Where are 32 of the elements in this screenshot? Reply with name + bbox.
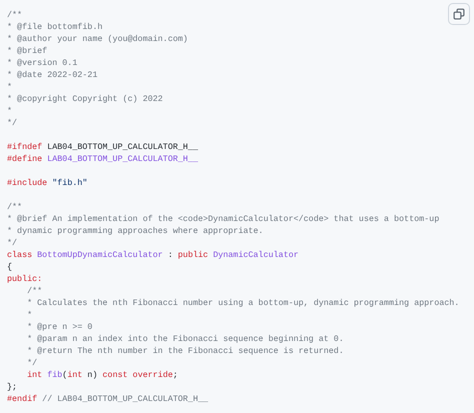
code-line: * @copyright Copyright (c) 2022: [7, 94, 163, 104]
copy-icon: [453, 8, 465, 20]
code-line: * @pre n >= 0: [26, 322, 92, 332]
code-line: };: [7, 382, 18, 392]
code-line: * dynamic programming approaches where appropriate.: [7, 226, 264, 236]
code-line: * Calculates the nth Fibonacci number using a bottom-up, dynamic programming approach.: [26, 298, 460, 308]
code-line: #define LAB04_BOTTOM_UP_CALCULATOR_H__: [7, 154, 198, 164]
code-line: int fib(int n) const override;: [26, 370, 178, 380]
code-line: * @param n an index into the Fibonacci sequence beginning at 0.: [26, 334, 344, 344]
code-line: * @return The nth number in the Fibonacci sequence is returned.: [26, 346, 344, 356]
code-line: class BottomUpDynamicCalculator : public DynamicCalculator: [7, 250, 299, 260]
code-line: /**: [7, 10, 22, 20]
code-line: */: [26, 358, 38, 368]
code-line: * @date 2022-02-21: [7, 70, 98, 80]
code-line: public:: [7, 274, 42, 284]
code-line: #endif // LAB04_BOTTOM_UP_CALCULATOR_H__: [7, 394, 208, 404]
code-line: * @brief: [7, 46, 48, 56]
code-line: * @brief An implementation of the <code>DynamicCalculator</code> that uses a bottom-up: [7, 214, 440, 224]
code-line: *: [26, 310, 32, 320]
code-line: /**: [7, 202, 22, 212]
code-line: * @file bottomfib.h: [7, 22, 102, 32]
code-line: */: [7, 118, 18, 128]
code-line: * @author your name (you@domain.com): [7, 34, 188, 44]
code-line: #include "fib.h": [7, 178, 88, 188]
code-line: #ifndef LAB04_BOTTOM_UP_CALCULATOR_H__: [7, 142, 198, 152]
code-line: *: [7, 82, 12, 92]
code-line: */: [7, 238, 18, 248]
copy-button[interactable]: [448, 3, 470, 25]
code-line: /**: [26, 286, 42, 296]
code-line: * @version 0.1: [7, 58, 78, 68]
code-line: {: [7, 262, 12, 272]
code-line: *: [7, 106, 12, 116]
